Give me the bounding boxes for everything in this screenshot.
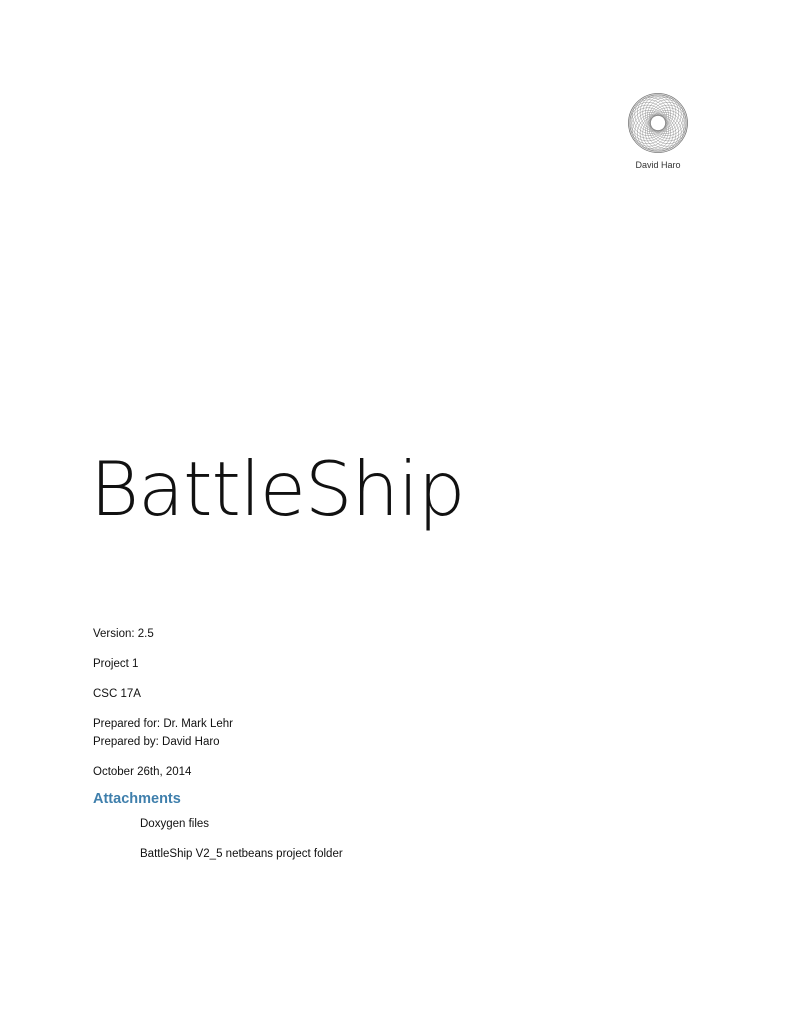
course-line: CSC 17A [93, 688, 141, 700]
project-line: Project 1 [93, 658, 139, 670]
attachment-item: BattleShip V2_5 netbeans project folder [140, 848, 343, 860]
prepared-for-line: Prepared for: Dr. Mark Lehr [93, 718, 233, 730]
attachments-heading: Attachments [93, 791, 181, 807]
document-meta: Version: 2.5 Project 1 CSC 17A Prepared … [93, 625, 233, 793]
attachment-item: Doxygen files [140, 818, 210, 830]
author-logo-block: David Haro [618, 92, 698, 170]
author-name: David Haro [635, 160, 681, 170]
prepared-by-line: Prepared by: David Haro [93, 736, 220, 748]
version-line: Version: 2.5 [93, 628, 154, 640]
attachments-list: Doxygen files BattleShip V2_5 netbeans p… [140, 815, 343, 875]
document-title: BattleShip [90, 445, 465, 533]
spirograph-logo-icon [628, 93, 688, 153]
date-line: October 26th, 2014 [93, 766, 192, 778]
